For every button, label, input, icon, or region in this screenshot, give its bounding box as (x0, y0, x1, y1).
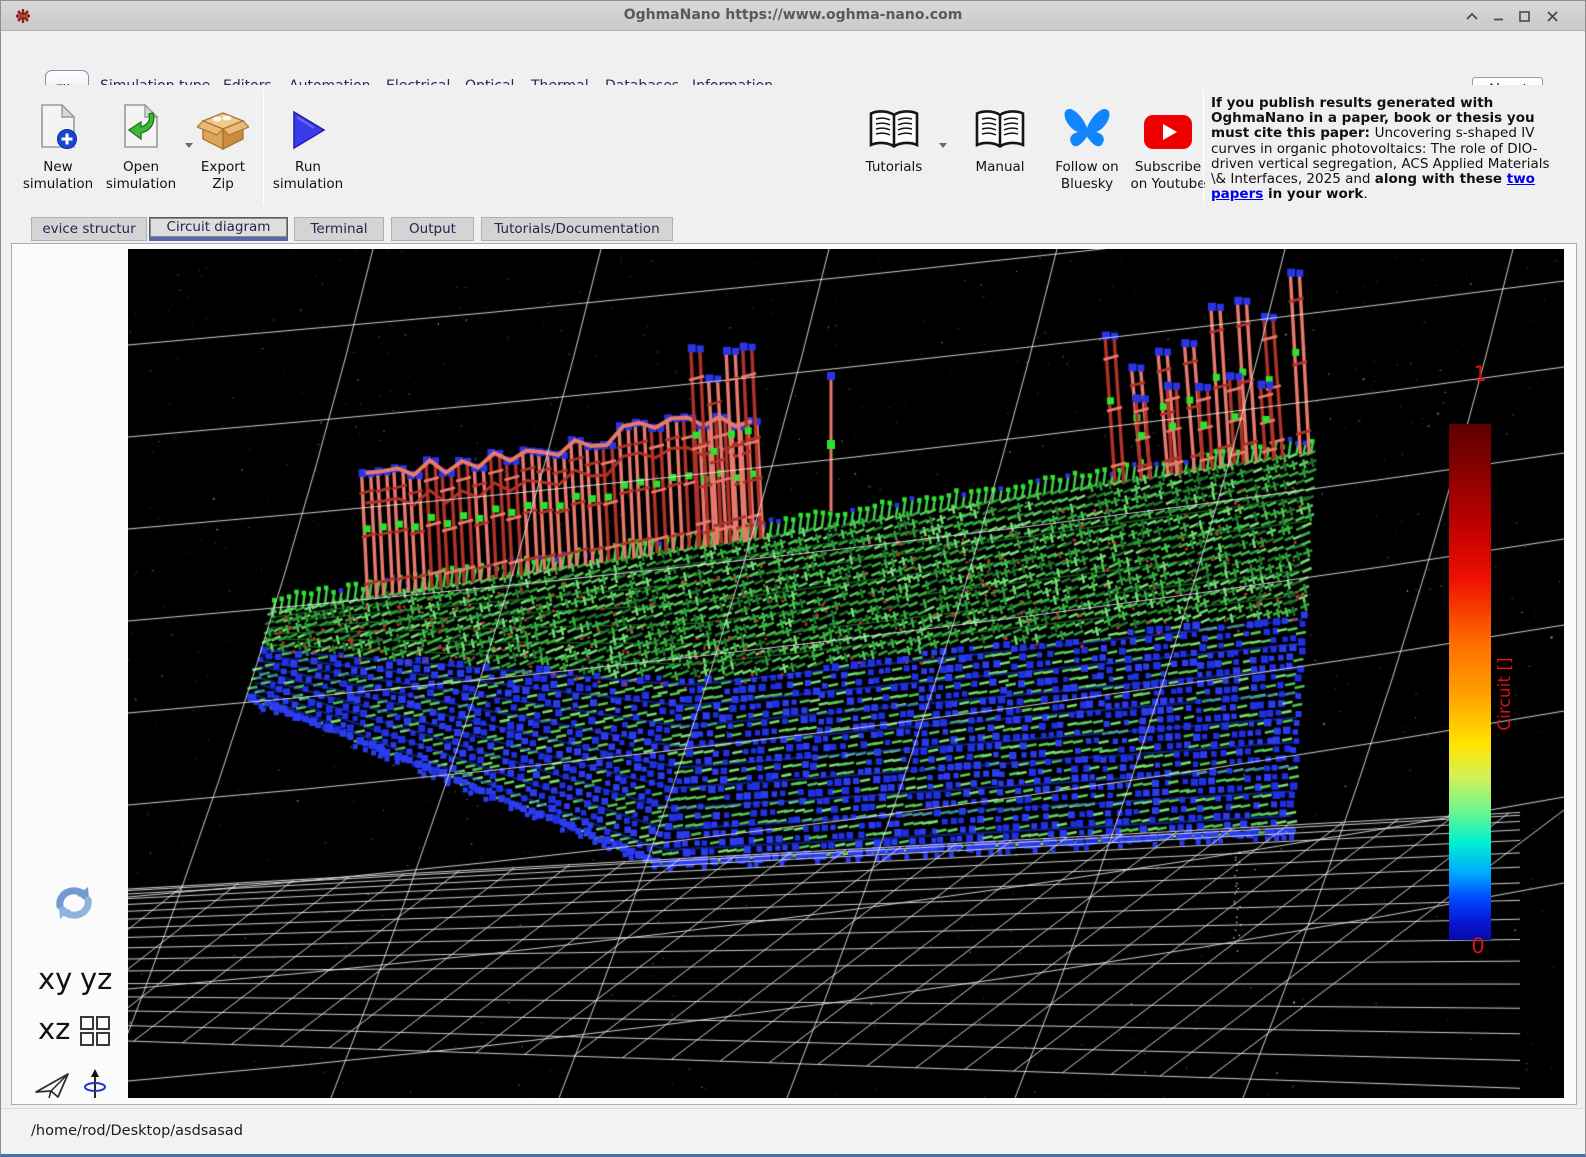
book-icon (959, 99, 1041, 151)
colorbar (1449, 424, 1491, 940)
app-window: OghmaNano https://www.oghma-nano.com Fil… (0, 0, 1586, 1157)
tutorials-dropdown-arrow-icon[interactable] (939, 143, 947, 148)
view-yz-button[interactable]: yz (80, 962, 112, 996)
toolbar-separator (263, 89, 264, 205)
open-simulation-button[interactable]: Open simulation (100, 99, 182, 193)
close-window-button[interactable] (1543, 8, 1561, 24)
new-simulation-button[interactable]: New simulation (17, 99, 99, 193)
shade-window-button[interactable] (1463, 8, 1481, 24)
toolbar-label: Follow on Bluesky (1045, 159, 1129, 193)
toolbar-label: Open simulation (100, 159, 182, 193)
view-xy-button[interactable]: xy (38, 962, 72, 996)
tab-terminal[interactable]: Terminal (294, 217, 384, 241)
view-tab-bar: evice structur Circuit diagram Terminal … (1, 213, 1585, 243)
maximize-window-button[interactable] (1515, 8, 1533, 24)
toolbar: New simulation Open simulation (1, 85, 1585, 213)
toolbar-label: Subscribe on Youtube (1125, 159, 1211, 193)
title-bar[interactable]: OghmaNano https://www.oghma-nano.com (1, 1, 1585, 31)
citation-normal-2: . (1363, 186, 1367, 202)
bluesky-butterfly-icon (1045, 99, 1129, 151)
toolbar-label: New simulation (17, 159, 99, 193)
tab-device-structure[interactable]: evice structur (31, 217, 147, 241)
colorbar-axis-label: Circuit [] (1495, 609, 1515, 779)
toolbar-label: Tutorials (853, 159, 935, 176)
toolbar-label: Run simulation (267, 159, 349, 193)
export-zip-button[interactable]: Export Zip (187, 99, 259, 193)
colorbar-max-label: 1 (1460, 362, 1500, 386)
run-simulation-button[interactable]: Run simulation (267, 99, 349, 193)
citation-bold-3: in your work (1263, 186, 1363, 202)
tab-output[interactable]: Output (391, 217, 474, 241)
circuit-diagram-panel: 1 0 Circuit [] xy yz xz (11, 243, 1577, 1105)
status-path: /home/rod/Desktop/asdsasad (31, 1123, 243, 1139)
3d-viewport-canvas[interactable] (128, 249, 1564, 1098)
toolbar-separator (1203, 89, 1204, 205)
new-document-icon (17, 99, 99, 151)
play-icon (267, 99, 349, 151)
rotate-axis-icon[interactable] (82, 1068, 108, 1102)
toolbar-label: Manual (959, 159, 1041, 176)
tutorials-button[interactable]: Tutorials (853, 99, 935, 176)
manual-button[interactable]: Manual (959, 99, 1041, 176)
tab-tutorials-documentation[interactable]: Tutorials/Documentation (481, 217, 673, 241)
paper-plane-icon[interactable] (34, 1070, 72, 1100)
grid-view-icon[interactable] (78, 1014, 112, 1048)
menu-bar: File Simulation type Editors Automation … (1, 31, 1585, 84)
view-xz-button[interactable]: xz (38, 1012, 70, 1046)
window-title: OghmaNano https://www.oghma-nano.com (1, 7, 1585, 23)
youtube-icon (1125, 99, 1211, 151)
citation-text: If you publish results generated with Og… (1211, 96, 1557, 202)
subscribe-youtube-button[interactable]: Subscribe on Youtube (1125, 99, 1211, 193)
refresh-icon[interactable] (52, 882, 96, 924)
citation-bold-2: along with these (1375, 171, 1507, 187)
status-bar: /home/rod/Desktop/asdsasad (1, 1108, 1585, 1154)
toolbar-label: Export Zip (187, 159, 259, 193)
minimize-window-button[interactable] (1489, 8, 1507, 24)
tab-circuit-diagram[interactable]: Circuit diagram (149, 217, 288, 241)
book-icon (853, 99, 935, 151)
export-box-icon (187, 99, 259, 151)
follow-bluesky-button[interactable]: Follow on Bluesky (1045, 99, 1129, 193)
open-document-icon (100, 99, 182, 151)
colorbar-min-label: 0 (1458, 934, 1498, 958)
